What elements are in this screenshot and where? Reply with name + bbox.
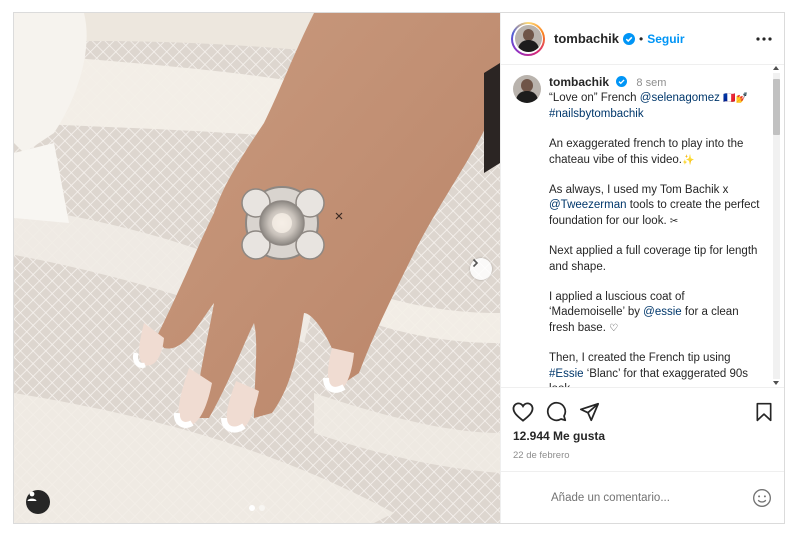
heart-icon	[512, 401, 534, 422]
caption-paragraph: Next applied a full coverage tip for len…	[549, 245, 758, 273]
likes-count[interactable]: 12.944 Me gusta	[501, 429, 784, 443]
scissors-emoji: ✂	[669, 215, 679, 227]
emoji-picker-button[interactable]	[752, 488, 772, 508]
carousel-indicator	[14, 505, 500, 511]
caption-paragraph: An exaggerated french to play into the c…	[549, 138, 744, 166]
flag-nail-emoji: 🇫🇷💅	[723, 93, 748, 105]
caption-scroll-area[interactable]: tombachik 8 sem “Love on” French @selena…	[501, 65, 784, 387]
caption-paragraph: Then, I created the French tip using	[549, 352, 731, 365]
scroll-down-arrow-icon[interactable]	[773, 381, 779, 385]
carousel-dot	[259, 505, 265, 511]
post-photo	[14, 13, 500, 523]
header-separator: •	[639, 31, 644, 46]
avatar	[514, 25, 542, 52]
mention-link[interactable]: @Tweezerman	[549, 199, 627, 211]
action-bar	[501, 387, 784, 435]
save-button[interactable]	[755, 402, 773, 422]
heart-emoji: ♡	[609, 322, 619, 334]
mention-link[interactable]: @essie	[643, 306, 682, 318]
mention-link[interactable]: @selenagomez	[640, 92, 720, 104]
post-media[interactable]	[14, 13, 500, 523]
smiley-icon	[753, 488, 771, 507]
share-button[interactable]	[579, 402, 600, 422]
carousel-dot	[249, 505, 255, 511]
post-date[interactable]: 22 de febrero	[501, 450, 784, 461]
more-dots-icon	[756, 36, 772, 41]
hashtag-link[interactable]: #Essie	[549, 368, 584, 380]
story-ring[interactable]	[511, 21, 545, 56]
scroll-up-arrow-icon[interactable]	[773, 66, 779, 70]
comment-box	[501, 471, 784, 523]
post-side-panel: tombachik • Seguir tombachik 8 sem “Love…	[500, 13, 784, 523]
sparkles-emoji: ✨	[681, 154, 695, 166]
user-icon	[27, 491, 37, 501]
verified-badge-icon	[616, 76, 628, 87]
more-options-button[interactable]	[756, 36, 772, 41]
caption-scrollbar[interactable]	[770, 65, 782, 387]
caption-line1: “Love on” French	[549, 92, 640, 105]
instagram-post: tombachik • Seguir tombachik 8 sem “Love…	[13, 12, 785, 524]
next-slide-button[interactable]	[470, 258, 492, 280]
bookmark-icon	[756, 402, 772, 421]
caption-username[interactable]: tombachik	[549, 75, 609, 89]
caption-time: 8 sem	[636, 77, 667, 89]
caption-text: tombachik 8 sem “Love on” French @selena…	[549, 75, 763, 387]
comment-input[interactable]	[551, 491, 752, 504]
like-button[interactable]	[512, 401, 534, 422]
post-header: tombachik • Seguir	[501, 13, 784, 65]
comment-button[interactable]	[546, 401, 567, 422]
paper-plane-icon	[579, 402, 600, 421]
scrollbar-thumb[interactable]	[773, 79, 780, 135]
follow-button[interactable]: Seguir	[647, 32, 684, 46]
verified-badge-icon	[623, 32, 636, 45]
comment-icon	[546, 401, 567, 422]
header-username[interactable]: tombachik	[554, 31, 619, 46]
caption-avatar[interactable]	[513, 75, 541, 103]
caption: tombachik 8 sem “Love on” French @selena…	[513, 75, 763, 387]
chevron-right-icon	[472, 258, 479, 268]
caption-paragraph: As always, I used my Tom Bachik x	[549, 184, 729, 197]
hashtag-link[interactable]: #nailsbytombachik	[549, 108, 644, 120]
